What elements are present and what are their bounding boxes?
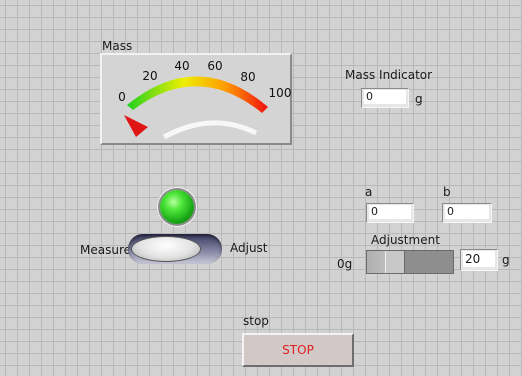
status-led xyxy=(160,190,194,224)
gauge-inner-arc xyxy=(162,120,258,140)
adjustment-value-field[interactable]: 20 xyxy=(460,249,498,271)
a-field-value: 0 xyxy=(369,205,411,219)
mass-gauge: 0 20 40 60 80 100 xyxy=(100,53,292,145)
adjustment-unit: g xyxy=(502,253,510,267)
b-field-label: b xyxy=(443,185,451,199)
adjustment-slider[interactable] xyxy=(366,250,454,274)
stop-button[interactable]: STOP xyxy=(242,333,354,367)
gauge-tick-label: 0 xyxy=(118,90,126,104)
a-field-label: a xyxy=(365,185,373,199)
b-field-value: 0 xyxy=(445,205,489,219)
gauge-needle xyxy=(124,115,148,137)
stop-label: stop xyxy=(243,314,269,328)
gauge-label: Mass xyxy=(102,39,133,53)
adjustment-label: Adjustment xyxy=(371,233,440,247)
mode-switch-knob[interactable] xyxy=(131,236,201,262)
switch-left-label: Measure xyxy=(80,243,131,257)
mass-indicator-field: 0 xyxy=(361,88,409,108)
b-field: 0 xyxy=(442,203,492,223)
mass-indicator-label: Mass Indicator xyxy=(345,68,433,82)
mass-indicator-unit: g xyxy=(415,92,423,106)
mass-gauge-dial: 0 20 40 60 80 100 xyxy=(118,59,292,140)
gauge-tick-label: 60 xyxy=(207,59,222,73)
adjustment-slider-thumb[interactable] xyxy=(385,251,406,273)
switch-right-label: Adjust xyxy=(230,241,268,255)
gauge-tick-label: 100 xyxy=(269,86,292,100)
a-field: 0 xyxy=(366,203,414,223)
adjustment-value[interactable]: 20 xyxy=(463,251,495,267)
mass-indicator-value: 0 xyxy=(364,90,406,104)
adjustment-min-label: 0g xyxy=(337,257,353,271)
gauge-tick-label: 20 xyxy=(142,69,157,83)
gauge-tick-label: 40 xyxy=(174,59,189,73)
gauge-tick-label: 80 xyxy=(240,70,255,84)
